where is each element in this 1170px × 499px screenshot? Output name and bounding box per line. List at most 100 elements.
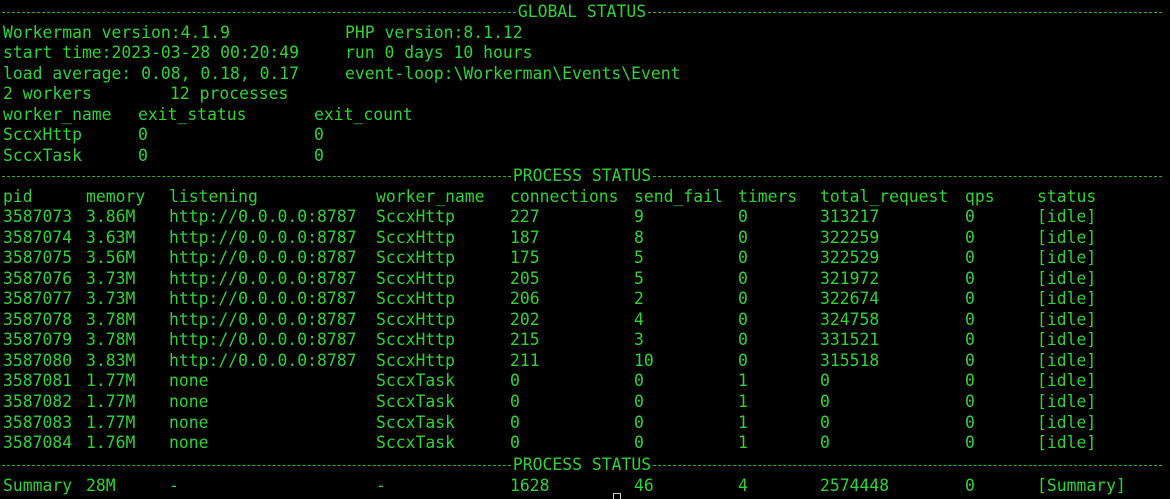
process-cell-qps: 0 [965, 207, 975, 226]
process-cell-listening: http://0.0.0.0:8787 [169, 330, 357, 350]
process-col-total-request: total_request [820, 186, 949, 206]
process-cell-status: [idle] [1037, 248, 1097, 268]
process-col-pid: pid [3, 186, 33, 206]
worker-exit-count: 0 [314, 125, 324, 144]
process-cell-timers: 0 [738, 289, 748, 309]
process-cell-qps: 0 [965, 412, 975, 432]
terminal-window[interactable]: GLOBAL STATUS Workerman version:4.1.9 PH… [0, 0, 1170, 499]
process-cell-pid: 3587073 [3, 207, 73, 226]
global-line-counts: 2 workers 12 processes [0, 84, 1170, 105]
process-cell-pid: 3587075 [3, 248, 73, 268]
global-status-separator: GLOBAL STATUS [0, 2, 1170, 23]
process-cell-connections: 206 [510, 289, 540, 309]
process-cell-connections: 202 [510, 309, 540, 329]
workers-count: 2 workers [3, 84, 92, 103]
summary-qps: 0 [965, 476, 975, 495]
process-cell-listening: none [169, 371, 209, 391]
process-cell-timers: 0 [738, 248, 748, 268]
process-cell-memory: 3.73M [86, 289, 136, 309]
process-cell-worker-name: SccxHttp [376, 309, 455, 329]
worker-exit-status: 0 [138, 125, 148, 144]
process-cell-timers: 0 [738, 309, 748, 329]
worker-row: SccxHttp 0 0 [0, 125, 1170, 146]
process-cell-pid: 3587079 [3, 330, 73, 350]
process-cell-worker-name: SccxTask [376, 433, 455, 453]
process-cell-pid: 3587083 [3, 412, 73, 432]
process-cell-connections: 0 [510, 391, 520, 411]
summary-timers: 4 [738, 476, 748, 495]
process-cell-qps: 0 [965, 433, 975, 453]
process-cell-qps: 0 [965, 330, 975, 350]
worker-row: SccxTask 0 0 [0, 146, 1170, 167]
php-version: PHP version:8.1.12 [345, 22, 523, 42]
process-table-header: pid memory listening worker_name connect… [0, 187, 1170, 208]
table-row: 3587083 1.77M none SccxTask 0 0 1 0 0 [idle] [0, 413, 1170, 434]
process-col-qps: qps [965, 186, 995, 206]
process-cell-timers: 0 [738, 350, 748, 370]
process-cell-connections: 205 [510, 268, 540, 288]
mouse-cursor-icon [613, 493, 621, 499]
table-row: 3587073 3.86M http://0.0.0.0:8787 SccxHttp 2… [0, 207, 1170, 228]
process-cell-status: [idle] [1037, 433, 1097, 453]
process-cell-timers: 1 [738, 433, 748, 453]
process-cell-status: [idle] [1037, 391, 1097, 411]
table-row: 3587078 3.78M http://0.0.0.0:8787 SccxHttp 2… [0, 310, 1170, 331]
process-cell-worker-name: SccxTask [376, 391, 455, 411]
worker-table-header: worker_name exit_status exit_count [0, 105, 1170, 126]
process-cell-memory: 3.78M [86, 309, 136, 329]
process-cell-memory: 3.86M [86, 207, 136, 226]
workerman-version: Workerman version:4.1.9 [3, 22, 230, 42]
process-cell-send-fail: 5 [634, 248, 644, 268]
process-cell-worker-name: SccxHttp [376, 207, 455, 226]
process-cell-worker-name: SccxHttp [376, 350, 455, 370]
process-cell-status: [idle] [1037, 268, 1097, 288]
process-cell-connections: 0 [510, 412, 520, 432]
process-cell-worker-name: SccxHttp [376, 330, 455, 350]
process-cell-memory: 3.73M [86, 268, 136, 288]
run-time: run 0 days 10 hours [345, 43, 533, 62]
process-cell-timers: 1 [738, 412, 748, 432]
processes-count: 12 processes [170, 84, 289, 103]
global-line-load: load average: 0.08, 0.18, 0.17 event-loo… [0, 64, 1170, 85]
process-cell-total-request: 0 [820, 412, 830, 432]
process-cell-timers: 0 [738, 227, 748, 247]
process-cell-timers: 1 [738, 371, 748, 391]
process-cell-listening: http://0.0.0.0:8787 [169, 207, 357, 226]
worker-exit-count: 0 [314, 145, 324, 165]
summary-label: Summary [3, 476, 73, 495]
process-cell-memory: 1.76M [86, 433, 136, 453]
process-cell-pid: 3587081 [3, 371, 73, 391]
process-cell-pid: 3587077 [3, 289, 73, 309]
summary-worker-name: - [376, 476, 386, 495]
process-cell-worker-name: SccxHttp [376, 289, 455, 309]
process-cell-total-request: 321972 [820, 268, 880, 288]
process-cell-worker-name: SccxTask [376, 412, 455, 432]
worker-name: SccxTask [3, 145, 82, 165]
process-cell-status: [idle] [1037, 330, 1097, 350]
process-cell-memory: 3.63M [86, 227, 136, 247]
table-row: 3587074 3.63M http://0.0.0.0:8787 SccxHttp 1… [0, 228, 1170, 249]
process-cell-listening: http://0.0.0.0:8787 [169, 350, 357, 370]
process-cell-status: [idle] [1037, 350, 1097, 370]
summary-row: Summary 28M - - 1628 46 4 2574448 0 [Sum… [0, 476, 1170, 497]
process-cell-listening: http://0.0.0.0:8787 [169, 227, 357, 247]
process-cell-memory: 3.83M [86, 350, 136, 370]
process-cell-listening: none [169, 412, 209, 432]
process-cell-listening: http://0.0.0.0:8787 [169, 248, 357, 268]
process-cell-pid: 3587076 [3, 268, 73, 288]
table-row: 3587080 3.83M http://0.0.0.0:8787 SccxHttp 2… [0, 351, 1170, 372]
worker-name: SccxHttp [3, 125, 82, 144]
process-cell-status: [idle] [1037, 227, 1097, 247]
process-status-footer-separator: PROCESS STATUS [0, 455, 1170, 476]
summary-memory: 28M [86, 476, 116, 495]
process-cell-memory: 1.77M [86, 391, 136, 411]
table-row: 3587075 3.56M http://0.0.0.0:8787 SccxHttp 1… [0, 248, 1170, 269]
table-row: 3587077 3.73M http://0.0.0.0:8787 SccxHttp 2… [0, 289, 1170, 310]
process-cell-worker-name: SccxTask [376, 371, 455, 391]
process-cell-send-fail: 4 [634, 309, 644, 329]
process-col-memory: memory [86, 186, 146, 206]
event-loop: event-loop:\Workerman\Events\Event [345, 63, 681, 83]
table-row: 3587079 3.78M http://0.0.0.0:8787 SccxHttp 2… [0, 330, 1170, 351]
process-cell-status: [idle] [1037, 371, 1097, 391]
process-cell-pid: 3587078 [3, 309, 73, 329]
